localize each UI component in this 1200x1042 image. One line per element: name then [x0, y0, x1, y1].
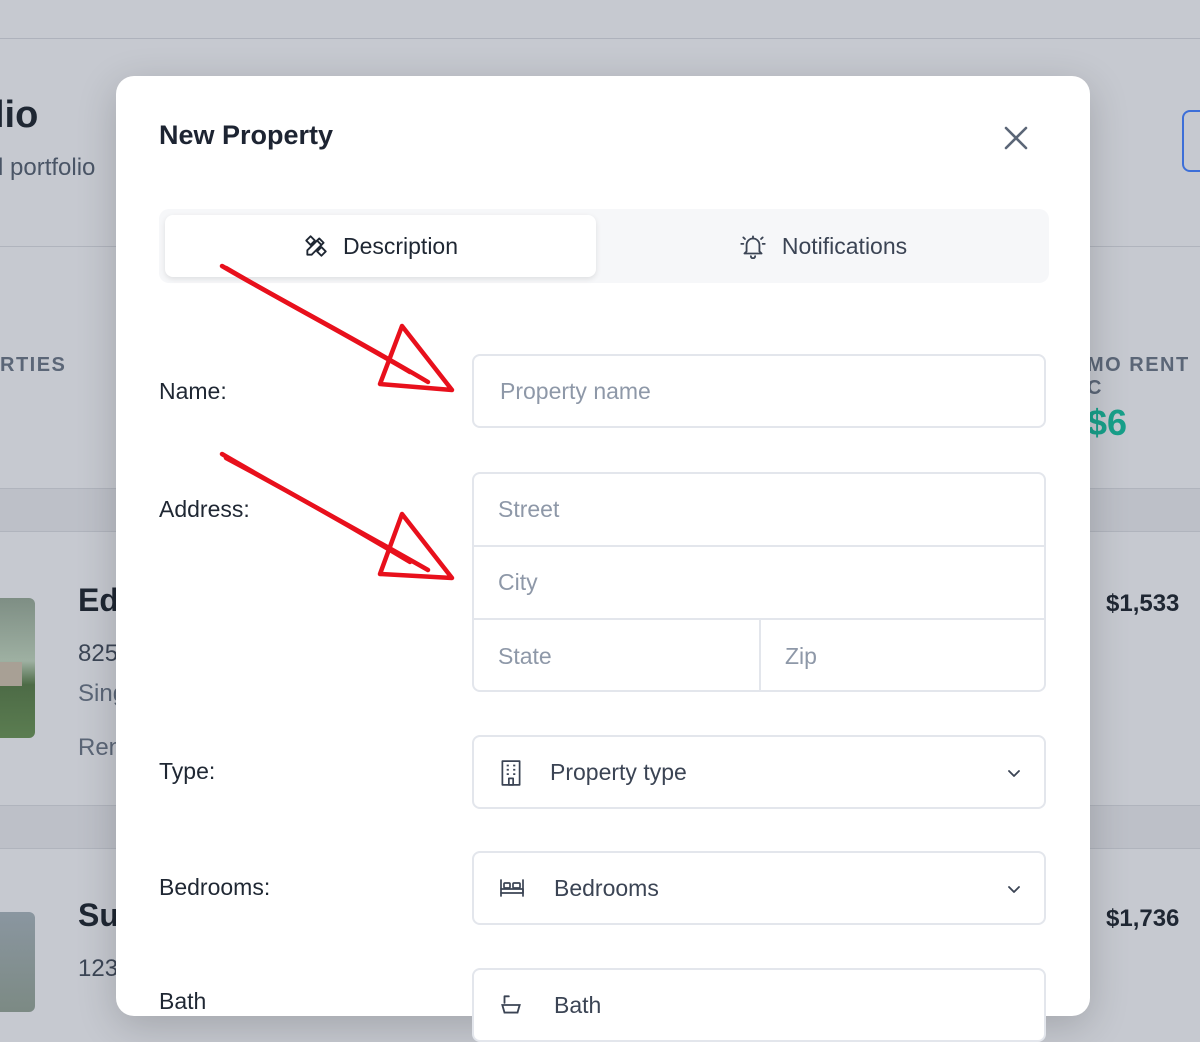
chevron-down-icon	[1008, 770, 1020, 777]
stat-label-properties: RTIES	[0, 354, 67, 376]
name-label: Name:	[159, 378, 227, 404]
tab-notifications-label: Notifications	[781, 232, 908, 259]
building-icon	[501, 760, 521, 786]
zip-input[interactable]	[761, 620, 1044, 690]
property-thumbnail[interactable]	[0, 912, 35, 1012]
property-card-address: 123	[78, 955, 119, 982]
bedrooms-select[interactable]: Bedrooms	[472, 851, 1046, 925]
add-property-button[interactable]	[1182, 110, 1200, 172]
close-button[interactable]	[996, 118, 1036, 158]
property-card-title[interactable]: Ed	[78, 582, 119, 619]
bathrooms-placeholder: Bath	[554, 991, 602, 1018]
bedrooms-label: Bedrooms:	[159, 874, 271, 900]
property-card-price: $1,736	[1106, 905, 1180, 932]
bedrooms-placeholder: Bedrooms	[554, 874, 659, 901]
city-input[interactable]	[474, 547, 1044, 618]
tab-description-label: Description	[342, 232, 459, 259]
address-field-group	[472, 472, 1046, 692]
new-property-modal: New Property Description Notifications N…	[116, 76, 1090, 1042]
property-thumbnail[interactable]	[0, 598, 35, 738]
street-input[interactable]	[474, 474, 1044, 545]
stat-value-rent: $6	[1087, 402, 1128, 443]
bell-ringing-icon	[740, 235, 766, 259]
property-type-placeholder: Property type	[550, 758, 687, 785]
pencil-ruler-icon	[305, 235, 327, 257]
bathrooms-select[interactable]: Bath	[472, 968, 1046, 1042]
stat-label-rent: MO RENT C	[1087, 354, 1190, 399]
close-icon	[1004, 126, 1028, 150]
chevron-down-icon	[1008, 886, 1020, 893]
address-label: Address:	[159, 496, 250, 522]
bathrooms-label: Bath	[159, 988, 207, 1014]
property-card-title[interactable]: Su	[78, 897, 119, 934]
tab-notifications[interactable]: Notifications	[602, 215, 1043, 277]
state-input[interactable]	[474, 620, 759, 690]
bed-icon	[500, 879, 524, 897]
tab-list: Description Notifications	[159, 209, 1049, 283]
property-card-address: 825	[78, 640, 119, 667]
type-label: Type:	[159, 758, 216, 784]
stat-value-properties: .	[0, 420, 2, 443]
property-card-price: $1,533	[1106, 590, 1180, 617]
top-navbar	[0, 0, 1200, 39]
page-subtitle: l portfolio	[0, 154, 96, 181]
modal-title: New Property	[159, 120, 334, 150]
property-type-select[interactable]: Property type	[472, 735, 1046, 809]
bath-icon	[501, 995, 521, 1014]
tab-description[interactable]: Description	[165, 215, 596, 277]
property-name-input[interactable]	[472, 354, 1046, 428]
page-title: lio	[0, 94, 39, 136]
